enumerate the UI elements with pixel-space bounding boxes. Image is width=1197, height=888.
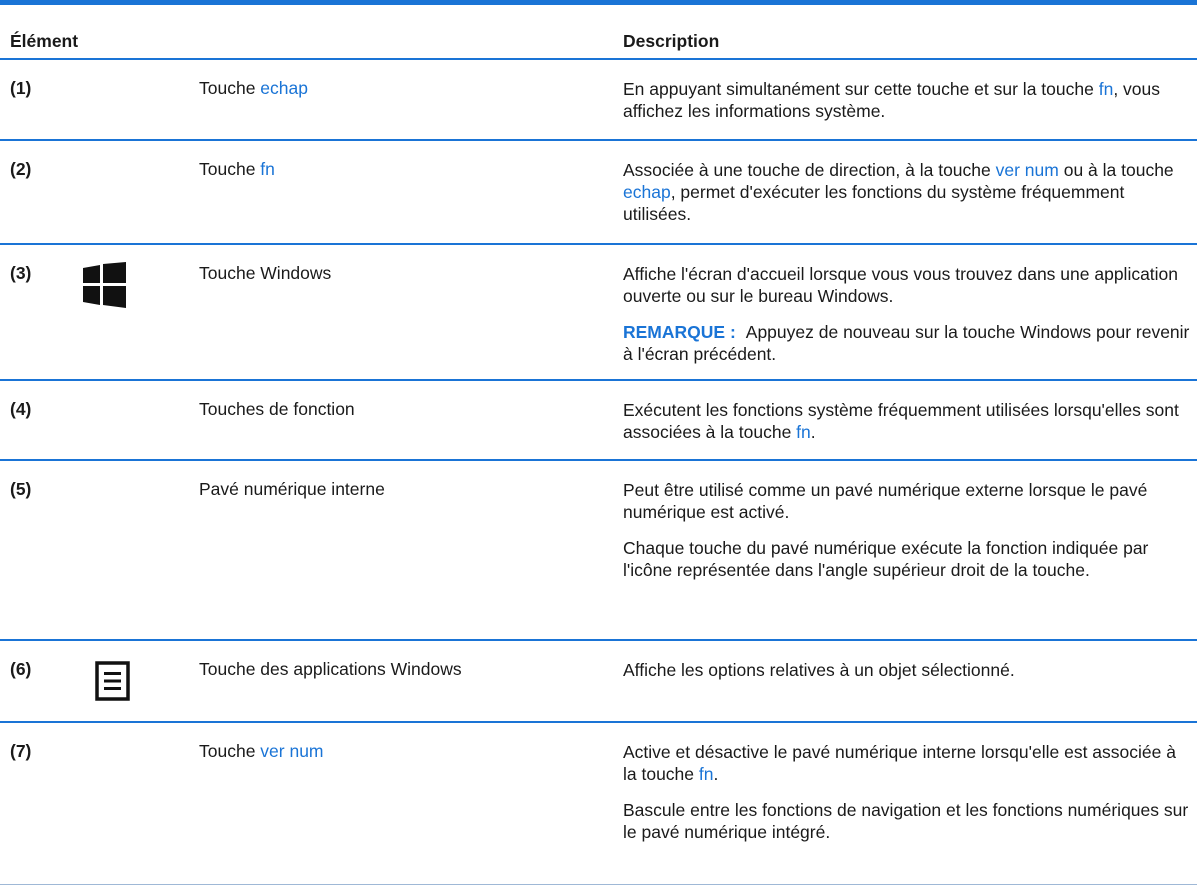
desc-text: Bascule entre les fonctions de navigatio… — [623, 800, 1189, 842]
row-description: En appuyant simultanément sur cette touc… — [623, 78, 1193, 136]
item-text: Touche — [199, 741, 261, 761]
desc-text: . — [810, 422, 816, 442]
note-label: REMARQUE : — [623, 322, 736, 342]
key-link[interactable]: fn — [699, 764, 714, 784]
desc-text: Exécutent les fonctions système fréquemm… — [623, 400, 1179, 442]
item-text: Touche — [199, 78, 261, 98]
key-link[interactable]: fn — [796, 422, 811, 442]
desc-text: , permet d'exécuter les fonctions du sys… — [623, 182, 1125, 224]
key-link[interactable]: ver num — [260, 741, 323, 761]
desc-text: Affiche les options relatives à un objet… — [623, 660, 1015, 680]
table-row: (7) Touche ver num Active et désactive l… — [0, 723, 1197, 885]
row-number: (3) — [10, 263, 32, 283]
table-row: (6) Touche des applications Windows Affi… — [0, 641, 1197, 723]
row-number: (4) — [10, 399, 32, 419]
row-item: Pavé numérique interne — [199, 479, 385, 499]
row-item: Touche fn — [199, 159, 275, 180]
row-description: Active et désactive le pavé numérique in… — [623, 741, 1193, 857]
note: REMARQUE : Appuyez de nouveau sur la touc… — [623, 321, 1193, 365]
desc-text: Associée à une touche de direction, à la… — [623, 160, 996, 180]
row-item: Touche Windows — [199, 263, 332, 283]
desc-text: Peut être utilisé comme un pavé numériqu… — [623, 480, 1148, 522]
row-description: Exécutent les fonctions système fréquemm… — [623, 399, 1193, 457]
row-item: Touche des applications Windows — [199, 659, 462, 679]
row-item: Touche ver num — [199, 741, 324, 762]
item-text: Touche — [199, 159, 261, 179]
key-link[interactable]: fn — [1099, 79, 1114, 99]
row-description: Associée à une touche de direction, à la… — [623, 159, 1193, 239]
row-description: Peut être utilisé comme un pavé numériqu… — [623, 479, 1193, 595]
row-number: (6) — [10, 659, 32, 679]
row-number: (1) — [10, 78, 32, 98]
table-row: (1) Touche echap En appuyant simultanéme… — [0, 60, 1197, 141]
table-row: (4) Touches de fonction Exécutent les fo… — [0, 381, 1197, 461]
row-number: (7) — [10, 741, 32, 761]
desc-text: En appuyant simultanément sur cette touc… — [623, 79, 1099, 99]
applications-menu-icon — [95, 661, 130, 706]
desc-text: . — [713, 764, 719, 784]
table-row: (3) Touche Windows Affiche l'écran d'acc… — [0, 245, 1197, 381]
table-row: (5) Pavé numérique interne Peut être uti… — [0, 461, 1197, 641]
key-link[interactable]: ver num — [996, 160, 1059, 180]
desc-text: ou à la touche — [1058, 160, 1174, 180]
row-item: Touche echap — [199, 78, 308, 99]
row-description: Affiche l'écran d'accueil lorsque vous v… — [623, 263, 1193, 379]
table-row: (2) Touche fn Associée à une touche de d… — [0, 141, 1197, 245]
row-item: Touches de fonction — [199, 399, 355, 419]
key-link[interactable]: echap — [260, 78, 308, 98]
desc-text: Affiche l'écran d'accueil lorsque vous v… — [623, 264, 1179, 306]
row-description: Affiche les options relatives à un objet… — [623, 659, 1193, 695]
table-header: Élément Description — [0, 5, 1197, 60]
row-number: (2) — [10, 159, 32, 179]
header-element: Élément — [10, 31, 79, 51]
key-link[interactable]: fn — [260, 159, 275, 179]
header-description: Description — [623, 31, 720, 51]
key-link[interactable]: echap — [623, 182, 671, 202]
row-number: (5) — [10, 479, 32, 499]
desc-text: Chaque touche du pavé numérique exécute … — [623, 538, 1149, 580]
windows-logo-icon — [83, 262, 126, 313]
